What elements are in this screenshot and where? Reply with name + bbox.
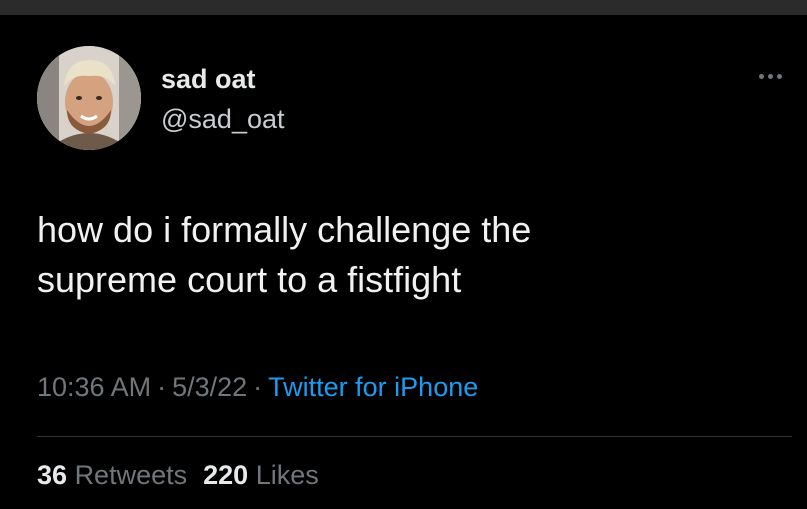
- retweets-count: 36: [37, 460, 68, 490]
- meta-separator: ·: [157, 372, 167, 402]
- divider: [37, 436, 792, 437]
- more-horizontal-icon: [758, 73, 764, 79]
- tweet-text-line: how do i formally challenge the: [37, 209, 532, 250]
- meta-separator: ·: [253, 372, 263, 402]
- likes-label: Likes: [255, 460, 319, 490]
- tweet-text-line: supreme court to a fistfight: [37, 259, 462, 300]
- user-handle[interactable]: @sad_oat: [161, 104, 285, 135]
- avatar[interactable]: [37, 46, 141, 150]
- display-name[interactable]: sad oat: [161, 64, 256, 95]
- likes-stat[interactable]: 220 Likes: [203, 460, 319, 490]
- tweet-text: how do i formally challenge the supreme …: [37, 205, 777, 305]
- more-options-button[interactable]: [750, 64, 790, 88]
- tweet-source-link[interactable]: Twitter for iPhone: [268, 372, 478, 402]
- more-horizontal-icon-dot: [776, 73, 782, 79]
- tweet-meta: 10:36 AM · 5/3/22 · Twitter for iPhone: [37, 372, 478, 403]
- more-horizontal-icon-dot: [767, 73, 773, 79]
- retweets-stat[interactable]: 36 Retweets: [37, 460, 187, 490]
- tweet-time[interactable]: 10:36 AM: [37, 372, 151, 402]
- likes-count: 220: [203, 460, 249, 490]
- retweets-label: Retweets: [74, 460, 188, 490]
- tweet-stats: 36 Retweets 220 Likes: [37, 460, 319, 491]
- tweet-date[interactable]: 5/3/22: [172, 372, 247, 402]
- avatar-image: [37, 46, 141, 150]
- top-bar: [0, 0, 807, 15]
